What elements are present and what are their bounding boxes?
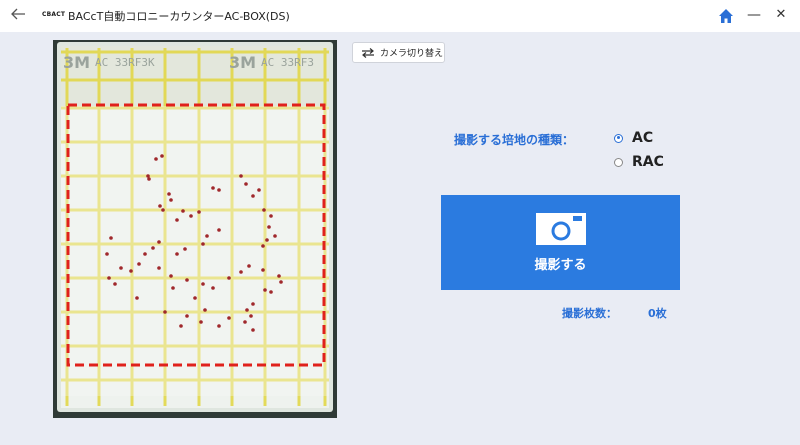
title-bar: CBACT BACcT自動コロニーカウンターAC-BOX(DS) — ✕ [0,0,800,32]
colony-dot [119,266,123,270]
colony-dot [211,286,215,290]
switch-camera-label: カメラ切り替え [380,49,444,59]
media-option-label: AC [632,130,654,146]
colony-dot [251,328,255,332]
colony-dot [137,262,141,266]
colony-dot [247,264,251,268]
colony-dot [189,214,193,218]
app-title: BACcT自動コロニーカウンターAC-BOX(DS) [68,10,290,23]
colony-dot [217,324,221,328]
radio-ac[interactable] [614,133,623,143]
home-button[interactable] [717,7,735,25]
colony-dot [175,218,179,222]
colony-dot [262,208,266,212]
colony-dot [217,228,221,232]
colony-dot [243,320,247,324]
plate-brand-right: 3M [229,53,256,72]
colony-dot [171,286,175,290]
close-button[interactable]: ✕ [771,5,791,25]
colony-dot [179,324,183,328]
media-option-label: RAC [632,154,664,170]
camera-preview: 3M AC 33RF3K 3M AC 33RF3 [53,40,337,418]
arrow-left-icon [11,8,25,20]
plate-code-right: AC 33RF3 [261,56,314,69]
colony-dot [157,240,161,244]
colony-dot [267,225,271,229]
camera-icon [535,213,586,245]
medium-type-label: 撮影する培地の種類： [454,133,575,147]
colony-dot [273,234,277,238]
colony-dot [265,238,269,242]
colony-dot [251,302,255,306]
colony-dot [157,266,161,270]
colony-dot [277,274,281,278]
colony-dot [183,247,187,251]
colony-dot [154,157,158,161]
colony-dot [181,209,185,213]
shot-count-label: 撮影枚数： [562,307,617,320]
colony-dot [211,186,215,190]
colony-dot [279,280,283,284]
media-option-rac[interactable]: RAC [614,154,664,170]
media-option-ac[interactable]: AC [614,130,653,146]
colony-dot [163,310,167,314]
home-icon [719,9,733,23]
colony-dot [245,308,249,312]
colony-dot [158,204,162,208]
colony-dot [201,242,205,246]
colony-dot [249,314,253,318]
minimize-button[interactable]: — [744,5,764,25]
app-logo: CBACT [42,11,66,18]
colony-dot [203,308,207,312]
colony-dot [147,177,151,181]
colony-dot [129,269,133,273]
colony-dot [239,270,243,274]
colony-dot [135,296,139,300]
colony-dot [169,274,173,278]
colony-dot [205,234,209,238]
colony-dot [201,282,205,286]
colony-dot [185,278,189,282]
colony-dot [151,246,155,250]
shot-count-value: 0枚 [648,307,667,320]
colony-dot [161,208,165,212]
colony-dot [113,282,117,286]
colony-dot [227,316,231,320]
back-button[interactable] [10,7,30,25]
colony-dot [239,174,243,178]
colony-dot [227,276,231,280]
colony-dot [197,210,201,214]
colony-dot [269,290,273,294]
colony-dot [244,182,248,186]
switch-camera-button[interactable]: カメラ切り替え [352,42,445,63]
capture-label: 撮影する [534,258,587,273]
plate-brand-left: 3M [63,53,90,72]
colony-dot [193,296,197,300]
colony-dot [169,198,173,202]
colony-dot [185,314,189,318]
plate-code-left: AC 33RF3K [95,56,155,69]
colony-dot [263,288,267,292]
colony-dot [109,236,113,240]
colony-dot [257,188,261,192]
capture-button[interactable]: 撮影する [441,195,680,290]
colony-dot [251,194,255,198]
radio-rac[interactable] [614,157,623,167]
colony-dot [160,154,164,158]
colony-dot [261,268,265,272]
colony-dot [269,214,273,218]
colony-dot [217,188,221,192]
colony-dot [199,320,203,324]
petrifilm-image: 3M AC 33RF3K 3M AC 33RF3 [53,40,337,418]
colony-dot [107,276,111,280]
switch-arrows-icon [362,47,374,58]
colony-dot [105,252,109,256]
colony-dot [175,252,179,256]
colony-dot [261,244,265,248]
colony-dot [143,252,147,256]
colony-dot [167,192,171,196]
